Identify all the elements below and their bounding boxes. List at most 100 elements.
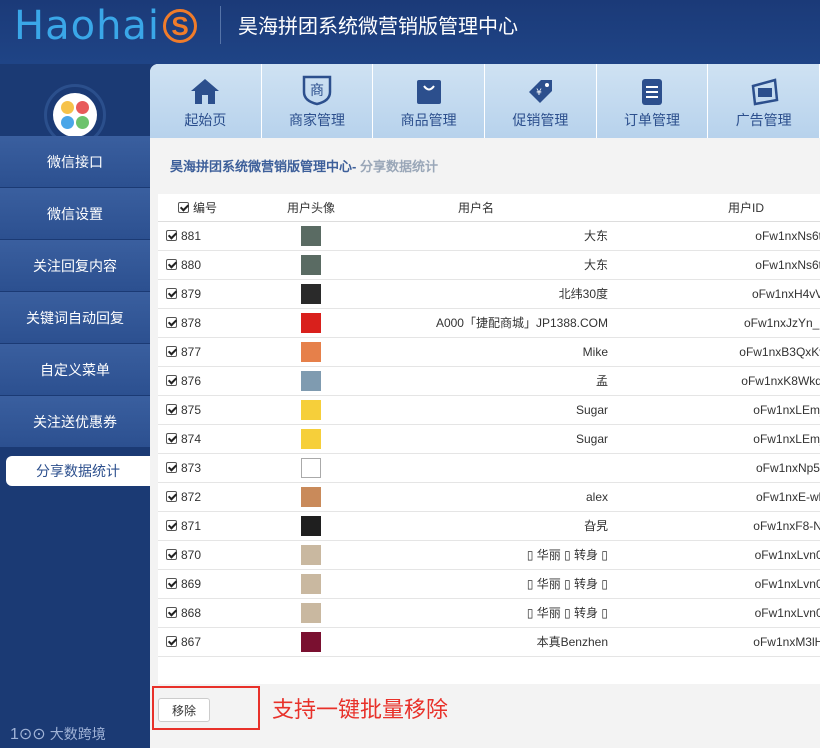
table-row[interactable]: 878 A000「捷配商城」JP1388.COMoFw1nxJzYn_RED62a… [158, 308, 820, 338]
row-username: Sugar [344, 424, 614, 454]
row-checkbox[interactable] [166, 490, 177, 502]
sidebar-item-label: 微信接口 [47, 154, 103, 170]
nav-merchant[interactable]: 商 商家管理 [262, 64, 374, 138]
header-id-label: 编号 [193, 200, 218, 215]
table-row[interactable]: 870 ▯ 华丽 ▯ 转身 ▯oFw1nxLvn0JZ6QK5tE [158, 540, 820, 570]
logo-text: Haohai [14, 3, 161, 49]
row-checkbox[interactable] [166, 635, 177, 647]
row-username: 孟 [344, 366, 614, 396]
table-row[interactable]: 867 本真BenzhenoFw1nxM3lH_ykzUWto [158, 627, 820, 657]
row-id: 870 [181, 547, 202, 562]
row-userid: oFw1nxLEm_5f3HAi4D [614, 395, 820, 425]
breadcrumb-root[interactable]: 昊海拼团系统微营销版管理中心 [170, 159, 352, 174]
user-avatar-image [301, 631, 321, 652]
table-row[interactable]: 869 ▯ 华丽 ▯ 转身 ▯oFw1nxLvn0JZ6QK5tE [158, 569, 820, 599]
row-checkbox[interactable] [166, 519, 177, 531]
breadcrumb: 昊海拼团系统微营销版管理中心- 分享数据统计 [150, 138, 820, 196]
cell-avatar [278, 598, 344, 628]
table-row[interactable]: 879 北纬30度oFw1nxH4vVtWETldUL [158, 279, 820, 309]
sidebar-item-label: 关注送优惠券 [33, 414, 117, 430]
table-row[interactable]: 877 MikeoFw1nxB3QxKvC54lLDc3 [158, 337, 820, 367]
row-id: 878 [181, 315, 202, 330]
row-userid: oFw1nxLvn0JZ6QK5tE [614, 598, 820, 628]
sidebar-item-custom-menu[interactable]: 自定义菜单 [0, 344, 150, 396]
watermark-text: 大数跨境 [49, 726, 106, 742]
nav-promotion[interactable]: ¥ 促销管理 [485, 64, 597, 138]
sidebar-item-keyword-reply[interactable]: 关键词自动回复 [0, 292, 150, 344]
row-checkbox[interactable] [166, 287, 177, 299]
sidebar-item-follow-coupon[interactable]: 关注送优惠券 [0, 396, 150, 448]
row-username: ▯ 华丽 ▯ 转身 ▯ [344, 598, 614, 628]
row-id: 867 [181, 634, 202, 649]
batch-remove-annotation: 支持一键批量移除 [272, 697, 449, 722]
row-username: 大东 [344, 250, 614, 280]
table-row[interactable]: 881 大东oFw1nxNs6tGmtfDlJtsI [158, 221, 820, 251]
nav-products[interactable]: 商品管理 [373, 64, 486, 138]
row-id: 869 [181, 576, 202, 591]
select-all-checkbox[interactable] [178, 201, 189, 213]
nav-home[interactable]: 起始页 [150, 64, 262, 138]
row-username: Mike [344, 337, 614, 367]
row-checkbox[interactable] [166, 461, 177, 473]
table-row[interactable]: 876 孟oFw1nxK8WkqLN_oWtz3 [158, 366, 820, 396]
row-username: 北纬30度 [344, 279, 614, 309]
row-checkbox[interactable] [166, 577, 177, 589]
table-row[interactable]: 868 ▯ 华丽 ▯ 转身 ▯oFw1nxLvn0JZ6QK5tE [158, 598, 820, 628]
shopping-bag-icon [416, 80, 441, 104]
row-checkbox[interactable] [166, 229, 177, 241]
cell-id: 870 [158, 540, 278, 570]
table-row[interactable]: 871 旮旯oFw1nxF8-No2OBz2cg [158, 511, 820, 541]
table-row[interactable]: 874 SugaroFw1nxLEm_5f3HAi4D [158, 424, 820, 454]
user-avatar-image [301, 544, 321, 565]
sidebar-item-label: 微信设置 [47, 206, 103, 222]
row-userid: oFw1nxE-wkAU_6ptn4 [614, 482, 820, 512]
merchant-icon: 商 [302, 75, 332, 106]
nav-ads[interactable]: 广告管理 [708, 64, 820, 138]
cell-id: 871 [158, 511, 278, 541]
row-userid: oFw1nxNp5N1igv5V1s [614, 453, 820, 483]
cell-id: 869 [158, 569, 278, 599]
user-avatar-image [301, 457, 321, 478]
svg-text:¥: ¥ [536, 88, 542, 98]
row-userid: oFw1nxLEm_5f3HAi4D [614, 424, 820, 454]
cell-avatar [278, 279, 344, 309]
top-nav-toolbar: 起始页 商 商家管理 商品管理 ¥ 促销管理 订单管理 广告管理 [150, 64, 820, 138]
table-row[interactable]: 875 SugaroFw1nxLEm_5f3HAi4D [158, 395, 820, 425]
cell-avatar [278, 308, 344, 338]
row-userid: oFw1nxLvn0JZ6QK5tE [614, 569, 820, 599]
haohai-logo[interactable]: Haohai S [14, 2, 198, 50]
ad-board-icon [751, 78, 779, 106]
row-checkbox[interactable] [166, 432, 177, 444]
nav-orders[interactable]: 订单管理 [597, 64, 709, 138]
row-userid: oFw1nxB3QxKvC54lLDc3 [614, 337, 820, 367]
row-checkbox[interactable] [166, 548, 177, 560]
sidebar-item-wechat-settings[interactable]: 微信设置 [0, 188, 150, 240]
table-row[interactable]: 880 大东oFw1nxNs6tGmtfDlJtsI [158, 250, 820, 280]
row-username: 本真Benzhen [344, 627, 614, 657]
row-id: 877 [181, 344, 202, 359]
header-divider [220, 6, 221, 44]
row-checkbox[interactable] [166, 316, 177, 328]
row-checkbox[interactable] [166, 403, 177, 415]
row-id: 868 [181, 605, 202, 620]
user-avatar-image [301, 225, 321, 246]
table-row[interactable]: 873 oFw1nxNp5N1igv5V1s [158, 453, 820, 483]
remove-button[interactable]: 移除 [158, 698, 210, 722]
row-checkbox[interactable] [166, 606, 177, 618]
row-checkbox[interactable] [166, 258, 177, 270]
user-avatar-image [301, 312, 321, 333]
sidebar-item-share-stats[interactable]: 分享数据统计 [0, 448, 150, 500]
sidebar-item-follow-reply[interactable]: 关注回复内容 [0, 240, 150, 292]
row-username: ▯ 华丽 ▯ 转身 ▯ [344, 540, 614, 570]
sidebar-item-wechat-api[interactable]: 微信接口 [0, 136, 150, 188]
table-row[interactable]: 872 alexoFw1nxE-wkAU_6ptn4 [158, 482, 820, 512]
row-username [344, 453, 614, 483]
cell-avatar [278, 540, 344, 570]
header-avatar: 用户头像 [278, 194, 344, 222]
cell-avatar [278, 395, 344, 425]
row-id: 874 [181, 431, 202, 446]
row-checkbox[interactable] [166, 374, 177, 386]
row-username: alex [344, 482, 614, 512]
row-checkbox[interactable] [166, 345, 177, 357]
user-avatar-image [301, 602, 321, 623]
